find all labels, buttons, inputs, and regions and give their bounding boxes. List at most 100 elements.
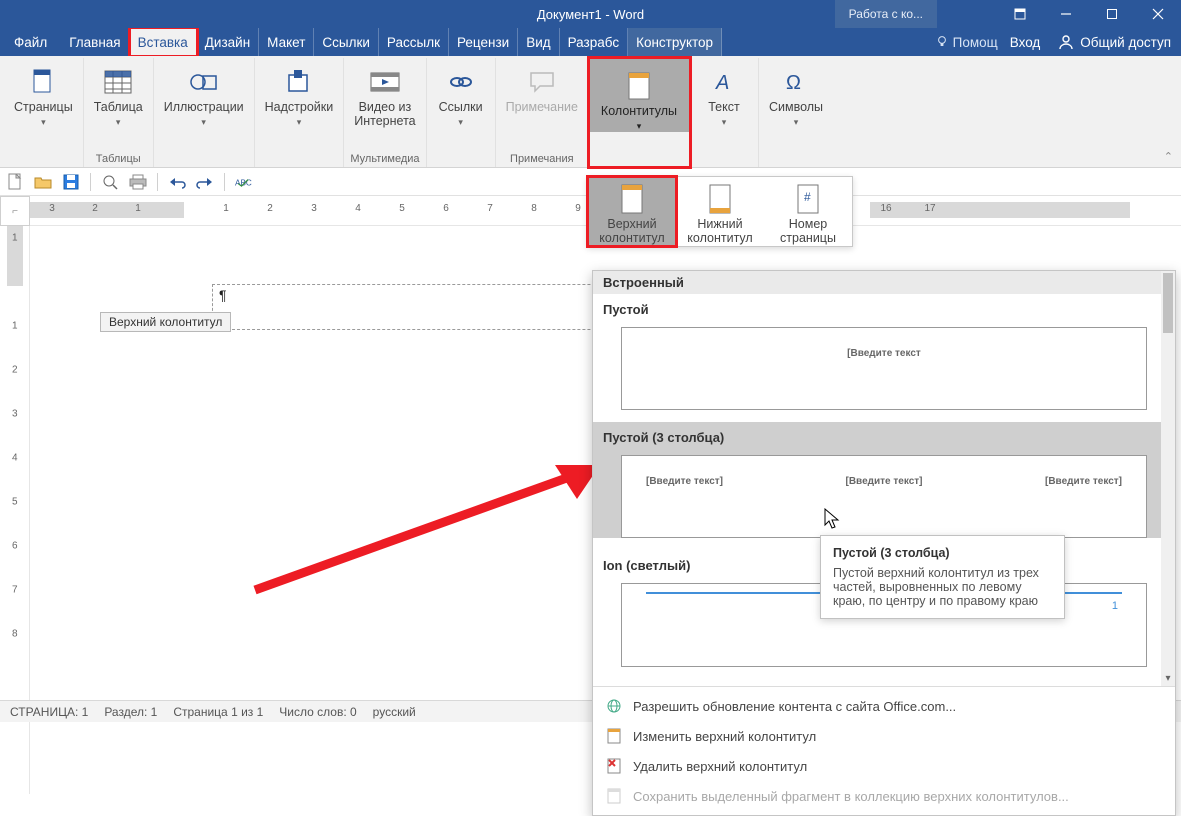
tab-review[interactable]: Рецензи — [449, 28, 518, 56]
shapes-icon — [188, 66, 220, 98]
group-tables: Таблица ▾ Таблицы — [84, 58, 154, 167]
status-page[interactable]: СТРАНИЦА: 1 — [10, 705, 88, 719]
titlebar: Документ1 - Word Работа с ко... — [0, 0, 1181, 28]
gallery-section-builtin: Встроенный — [593, 271, 1175, 294]
pilcrow-icon: ¶ — [219, 287, 227, 303]
delete-header-icon — [605, 757, 623, 775]
gallery-item-blank[interactable]: Пустой [Введите текст — [593, 294, 1175, 410]
gallery-commands: Разрешить обновление контента с сайта Of… — [593, 686, 1175, 815]
online-video-button[interactable]: Видео из Интернета — [350, 58, 419, 129]
pages-button[interactable]: Страницы ▾ — [10, 58, 77, 128]
link-icon — [445, 66, 477, 98]
header-footer-subribbon: Верхний колонтитул Нижний колонтитул # Н… — [587, 176, 853, 247]
ruler-corner[interactable]: ⌐ — [0, 196, 30, 226]
scroll-thumb[interactable] — [1163, 273, 1173, 333]
header-button[interactable]: Верхний колонтитул — [588, 177, 676, 246]
svg-text:Ω: Ω — [786, 72, 801, 94]
ribbon-tabs: Файл Главная Вставка Дизайн Макет Ссылки… — [0, 28, 1181, 56]
chevron-down-icon: ▾ — [458, 117, 463, 128]
group-headerfooter: Колонтитулы ▾ — [589, 58, 690, 167]
chevron-down-icon: ▾ — [41, 117, 46, 128]
comment-icon — [526, 66, 558, 98]
video-icon — [369, 66, 401, 98]
gallery-item-blank-3col[interactable]: Пустой (3 столбца) [Введите текст] [Введ… — [593, 422, 1175, 538]
group-pages: Страницы ▾ — [4, 58, 84, 167]
addin-icon — [283, 66, 315, 98]
spelling-icon[interactable]: ABC — [235, 173, 253, 191]
group-illustrations: Иллюстрации ▾ — [154, 58, 255, 167]
tab-design[interactable]: Дизайн — [197, 28, 259, 56]
quickprint-icon[interactable] — [129, 173, 147, 191]
edit-header-icon — [605, 727, 623, 745]
omega-icon: Ω — [780, 66, 812, 98]
group-links: Ссылки ▾ — [427, 58, 496, 167]
page-number-button[interactable]: # Номер страницы — [764, 177, 852, 246]
gallery-cmd-delete[interactable]: Удалить верхний колонтитул — [593, 751, 1175, 781]
group-media: Видео из Интернета Мультимедиа — [344, 58, 426, 167]
chevron-down-icon: ▾ — [794, 117, 799, 128]
table-button[interactable]: Таблица ▾ — [90, 58, 147, 128]
gallery-scrollbar[interactable]: ▴ ▾ — [1161, 271, 1175, 686]
bulb-icon — [935, 35, 949, 49]
annotation-arrow — [245, 455, 605, 605]
footer-button[interactable]: Нижний колонтитул — [676, 177, 764, 246]
collapse-ribbon-icon[interactable]: ⌃ — [1164, 150, 1173, 163]
tab-mailings[interactable]: Рассылк — [379, 28, 449, 56]
chevron-down-icon: ▾ — [722, 117, 727, 128]
group-text: A Текст ▾ — [690, 58, 759, 167]
tell-me[interactable]: Помощ — [931, 35, 1002, 50]
svg-text:ABC: ABC — [235, 178, 252, 187]
tab-layout[interactable]: Макет — [259, 28, 314, 56]
header-footer-icon — [623, 70, 655, 102]
gallery-item-ion-dark[interactable]: Ion (темный) — [593, 679, 1175, 686]
globe-icon — [605, 697, 623, 715]
tab-file[interactable]: Файл — [0, 28, 61, 56]
person-icon — [1058, 34, 1074, 50]
share-button[interactable]: Общий доступ — [1048, 34, 1181, 50]
header-footer-button[interactable]: Колонтитулы ▾ — [589, 58, 689, 132]
svg-text:#: # — [804, 190, 811, 204]
comment-button[interactable]: Примечание — [502, 58, 582, 114]
ribbon: Страницы ▾ Таблица ▾ Таблицы Иллюстрации… — [0, 56, 1181, 168]
window-title: Документ1 - Word — [0, 7, 1181, 22]
tab-home[interactable]: Главная — [61, 28, 129, 56]
redo-icon[interactable] — [196, 173, 214, 191]
save-icon[interactable] — [62, 173, 80, 191]
gallery-cmd-update[interactable]: Разрешить обновление контента с сайта Of… — [593, 691, 1175, 721]
group-comments: Примечание Примечания — [496, 58, 589, 167]
tab-view[interactable]: Вид — [518, 28, 559, 56]
symbols-button[interactable]: Ω Символы ▾ — [765, 58, 827, 128]
scroll-down-icon[interactable]: ▾ — [1161, 671, 1175, 686]
chevron-down-icon: ▾ — [637, 121, 642, 132]
group-addins: Надстройки ▾ — [255, 58, 345, 167]
tooltip: Пустой (3 столбца) Пустой верхний колонт… — [820, 535, 1065, 619]
tab-references[interactable]: Ссылки — [314, 28, 379, 56]
gallery-cmd-edit[interactable]: Изменить верхний колонтитул — [593, 721, 1175, 751]
tab-insert[interactable]: Вставка — [130, 28, 197, 56]
status-page-of[interactable]: Страница 1 из 1 — [173, 705, 263, 719]
text-icon: A — [708, 66, 740, 98]
sign-in[interactable]: Вход — [1002, 35, 1049, 50]
tab-design-context[interactable]: Конструктор — [628, 28, 722, 56]
status-language[interactable]: русский — [373, 705, 416, 719]
header-icon — [616, 183, 648, 215]
preview-icon[interactable] — [101, 173, 119, 191]
tab-developer[interactable]: Разрабс — [560, 28, 628, 56]
addins-button[interactable]: Надстройки ▾ — [261, 58, 338, 128]
chevron-down-icon: ▾ — [297, 117, 302, 128]
page-number-icon: # — [792, 183, 824, 215]
page-icon — [27, 66, 59, 98]
links-button[interactable]: Ссылки ▾ — [433, 58, 489, 128]
open-icon[interactable] — [34, 173, 52, 191]
status-words[interactable]: Число слов: 0 — [279, 705, 356, 719]
status-section[interactable]: Раздел: 1 — [104, 705, 157, 719]
footer-icon — [704, 183, 736, 215]
text-button[interactable]: A Текст ▾ — [696, 58, 752, 128]
group-symbols: Ω Символы ▾ — [759, 58, 833, 167]
tooltip-title: Пустой (3 столбца) — [833, 546, 1052, 560]
tooltip-body: Пустой верхний колонтитул из трех частей… — [833, 566, 1052, 608]
header-region-label: Верхний колонтитул — [100, 312, 231, 332]
undo-icon[interactable] — [168, 173, 186, 191]
new-doc-icon[interactable] — [6, 173, 24, 191]
illustrations-button[interactable]: Иллюстрации ▾ — [160, 58, 248, 128]
